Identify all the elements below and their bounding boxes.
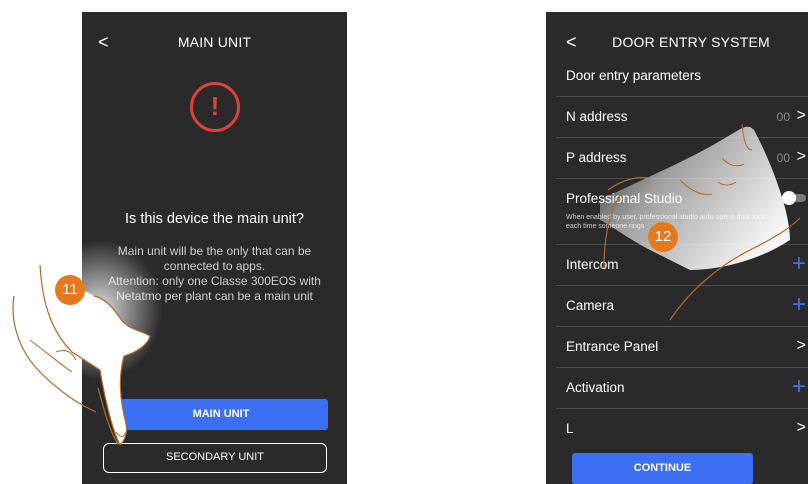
step-badge-11: 11: [55, 275, 85, 305]
step-badge-12: 12: [648, 222, 678, 252]
pointing-hand-icon: [12, 240, 162, 446]
pointing-hand-icon: [600, 123, 801, 321]
hand-illustrations: [12, 123, 801, 446]
